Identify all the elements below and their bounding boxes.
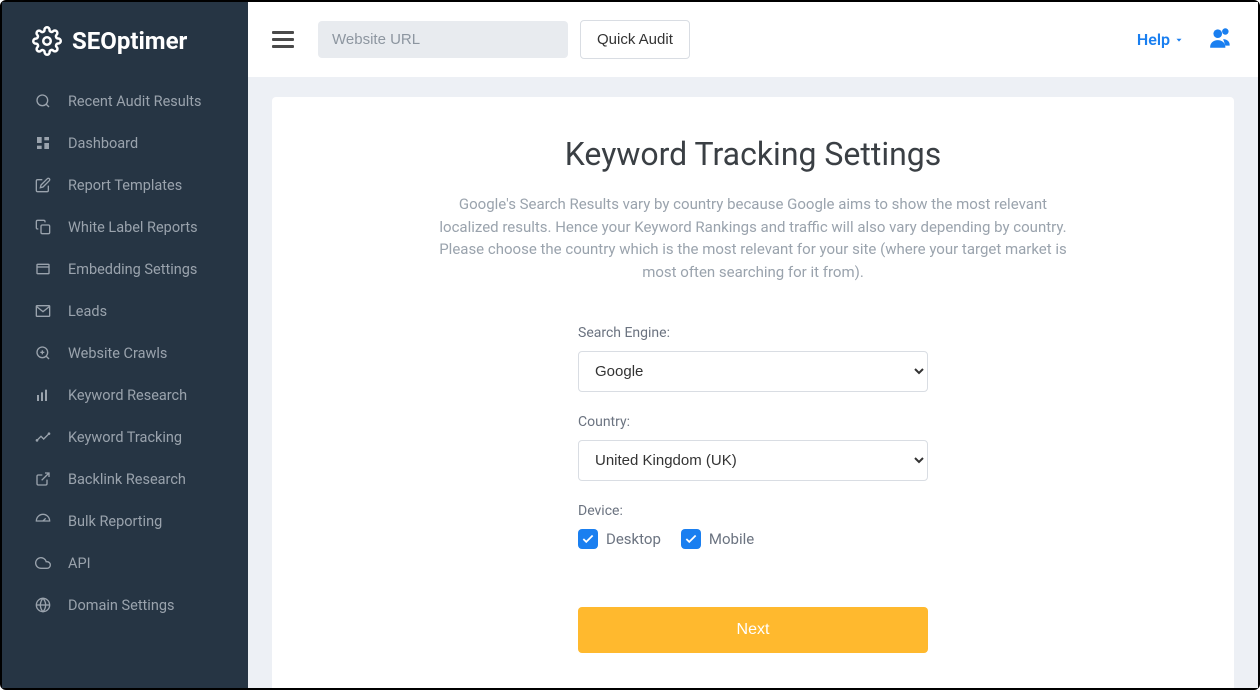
sidebar-item-bulk-reporting[interactable]: Bulk Reporting bbox=[2, 500, 248, 542]
help-dropdown[interactable]: Help bbox=[1137, 30, 1184, 49]
sidebar-item-recent-audit[interactable]: Recent Audit Results bbox=[2, 80, 248, 122]
topbar: Quick Audit Help bbox=[248, 2, 1258, 77]
edit-icon bbox=[34, 176, 52, 194]
mail-icon bbox=[34, 302, 52, 320]
sidebar-item-dashboard[interactable]: Dashboard bbox=[2, 122, 248, 164]
sidebar-item-label: Domain Settings bbox=[68, 597, 174, 614]
sidebar-item-embedding[interactable]: Embedding Settings bbox=[2, 248, 248, 290]
sidebar-item-label: Dashboard bbox=[68, 135, 138, 152]
sidebar-item-label: White Label Reports bbox=[68, 219, 198, 236]
sidebar-item-label: Bulk Reporting bbox=[68, 513, 162, 530]
next-button[interactable]: Next bbox=[578, 607, 928, 653]
mobile-checkbox[interactable] bbox=[681, 529, 701, 549]
sidebar-item-label: Website Crawls bbox=[68, 345, 167, 362]
sidebar-item-label: Backlink Research bbox=[68, 471, 186, 488]
external-icon bbox=[34, 470, 52, 488]
globe-icon bbox=[34, 596, 52, 614]
settings-card: Keyword Tracking Settings Google's Searc… bbox=[272, 97, 1234, 688]
search-icon bbox=[34, 92, 52, 110]
desktop-checkbox-label: Desktop bbox=[606, 530, 661, 548]
search-engine-label: Search Engine: bbox=[578, 325, 928, 341]
help-label: Help bbox=[1137, 30, 1170, 49]
chart-icon bbox=[34, 386, 52, 404]
chevron-down-icon bbox=[1174, 35, 1184, 45]
sidebar-item-leads[interactable]: Leads bbox=[2, 290, 248, 332]
country-label: Country: bbox=[578, 414, 928, 430]
logo-text: SEOptimer bbox=[72, 27, 187, 55]
sidebar-item-white-label[interactable]: White Label Reports bbox=[2, 206, 248, 248]
device-label: Device: bbox=[578, 503, 928, 519]
sidebar-item-label: API bbox=[68, 555, 91, 572]
sidebar-item-keyword-tracking[interactable]: Keyword Tracking bbox=[2, 416, 248, 458]
sidebar-item-keyword-research[interactable]: Keyword Research bbox=[2, 374, 248, 416]
desktop-checkbox[interactable] bbox=[578, 529, 598, 549]
copy-icon bbox=[34, 218, 52, 236]
gear-icon bbox=[32, 26, 62, 56]
quick-audit-button[interactable]: Quick Audit bbox=[580, 20, 690, 59]
trend-icon bbox=[34, 428, 52, 446]
country-select[interactable]: United Kingdom (UK) bbox=[578, 440, 928, 481]
sidebar-item-website-crawls[interactable]: Website Crawls bbox=[2, 332, 248, 374]
sidebar-item-label: Report Templates bbox=[68, 177, 182, 194]
search-engine-select[interactable]: Google bbox=[578, 351, 928, 392]
url-input[interactable] bbox=[318, 21, 568, 58]
sidebar-item-domain-settings[interactable]: Domain Settings bbox=[2, 584, 248, 626]
check-icon bbox=[581, 532, 595, 546]
sidebar-item-backlink[interactable]: Backlink Research bbox=[2, 458, 248, 500]
zoom-icon bbox=[34, 344, 52, 362]
sidebar-item-label: Leads bbox=[68, 303, 107, 320]
sidebar-item-api[interactable]: API bbox=[2, 542, 248, 584]
grid-icon bbox=[34, 134, 52, 152]
page-title: Keyword Tracking Settings bbox=[332, 135, 1174, 173]
sidebar-item-label: Embedding Settings bbox=[68, 261, 197, 278]
sidebar-item-report-templates[interactable]: Report Templates bbox=[2, 164, 248, 206]
sidebar-item-label: Recent Audit Results bbox=[68, 93, 202, 110]
gauge-icon bbox=[34, 512, 52, 530]
embed-icon bbox=[34, 260, 52, 278]
sidebar-item-label: Keyword Tracking bbox=[68, 429, 182, 446]
settings-form: Search Engine: Google Country: United Ki… bbox=[578, 325, 928, 653]
check-icon bbox=[684, 532, 698, 546]
users-icon[interactable] bbox=[1208, 25, 1234, 55]
sidebar: SEOptimer Recent Audit Results Dashboard… bbox=[2, 2, 248, 688]
logo[interactable]: SEOptimer bbox=[2, 16, 248, 80]
menu-toggle-button[interactable] bbox=[272, 31, 294, 48]
page-description: Google's Search Results vary by country … bbox=[433, 193, 1073, 283]
mobile-checkbox-label: Mobile bbox=[709, 530, 754, 548]
cloud-icon bbox=[34, 554, 52, 572]
sidebar-item-label: Keyword Research bbox=[68, 387, 187, 404]
content: Keyword Tracking Settings Google's Searc… bbox=[248, 77, 1258, 688]
main: Quick Audit Help Keyword Tracking Settin… bbox=[248, 2, 1258, 688]
